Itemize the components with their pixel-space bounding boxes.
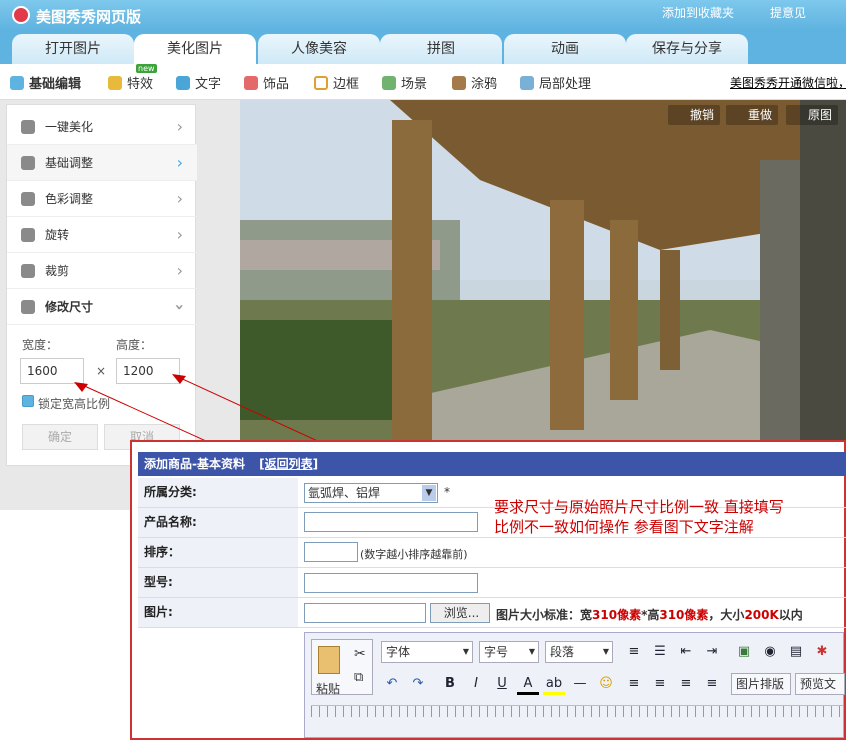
ordered-list-icon[interactable]: ≡ [623, 641, 645, 663]
redo-icon[interactable]: ↷ [407, 673, 429, 695]
media-icon[interactable]: ◉ [759, 641, 781, 663]
scissors-icon: ✂ [354, 646, 366, 662]
highlight-icon[interactable]: ab [543, 673, 565, 695]
image-path-input[interactable] [304, 603, 426, 623]
indent-icon[interactable]: ⇥ [701, 641, 723, 663]
back-link[interactable]: [返回列表] [259, 457, 318, 471]
flash-icon[interactable]: ✱ [811, 641, 833, 663]
align-center-icon[interactable]: ≡ [649, 673, 671, 695]
italic-icon[interactable]: I [465, 673, 487, 695]
font-size-select[interactable]: 字号 ▼ [479, 641, 539, 663]
chevron-down-icon: ▼ [528, 647, 535, 656]
justify-icon[interactable]: ≡ [701, 673, 723, 695]
row-sort: 排序： (数字越小排序越靠前) [138, 538, 846, 568]
required-mark: * [444, 485, 450, 499]
image-layout-button[interactable]: 图片排版 [731, 673, 791, 695]
preview-button[interactable]: 预览文 [795, 673, 845, 695]
outdent-icon[interactable]: ⇤ [675, 641, 697, 663]
undo-icon[interactable]: ↶ [381, 673, 403, 695]
horizontal-rule-icon[interactable]: — [569, 673, 591, 695]
bold-icon[interactable]: B [439, 673, 461, 695]
chevron-down-icon: ▼ [602, 647, 609, 656]
emoji-icon[interactable]: ☺ [595, 673, 617, 695]
browse-button[interactable]: 浏览... [430, 603, 490, 623]
underline-icon[interactable]: U [491, 673, 513, 695]
model-input[interactable] [304, 573, 478, 593]
image-icon[interactable]: ▣ [733, 641, 755, 663]
annotation-note-line1: 要求尺寸与原始照片尺寸比例一致 直接填写 [494, 498, 784, 516]
sort-hint: (数字越小排序越靠前) [360, 548, 468, 561]
copy-icon: ⧉ [354, 670, 364, 685]
font-color-icon[interactable]: A [517, 673, 539, 695]
row-image: 图片: 浏览... 图片大小标准：宽310像素*高310像素，大小200K以内 [138, 598, 846, 628]
annotation-note-line2: 比例不一致如何操作 参看图下文字注解 [494, 518, 754, 536]
product-form: 添加商品-基本资料 [返回列表] 所属分类: 氩弧焊、铝焊 ▼ * 产品名称: 排… [130, 440, 846, 740]
product-name-input[interactable] [304, 512, 478, 532]
rich-text-editor: 粘贴 ✂ ⧉ 字体 ▼ 字号 ▼ 段落 ▼ ≡ ☰ ⇤ ⇥ ▣ ◉ ▤ ✱ ↶ ↷ B… [304, 632, 845, 738]
form-header: 添加商品-基本资料 [返回列表] [138, 452, 846, 476]
font-select[interactable]: 字体 ▼ [381, 641, 473, 663]
editor-ruler [311, 705, 843, 717]
unordered-list-icon[interactable]: ☰ [649, 641, 671, 663]
sort-input[interactable] [304, 542, 358, 562]
row-model: 型号: [138, 568, 846, 598]
table-icon[interactable]: ▤ [785, 641, 807, 663]
category-select[interactable]: 氩弧焊、铝焊 ▼ [304, 483, 438, 503]
align-right-icon[interactable]: ≡ [675, 673, 697, 695]
image-size-hint: 图片大小标准：宽310像素*高310像素，大小200K以内 [496, 608, 803, 622]
clipboard-icon [318, 646, 340, 674]
paragraph-select[interactable]: 段落 ▼ [545, 641, 613, 663]
chevron-down-icon: ▼ [462, 647, 469, 656]
align-left-icon[interactable]: ≡ [623, 673, 645, 695]
chevron-down-icon: ▼ [422, 485, 436, 501]
paste-button[interactable]: 粘贴 ✂ ⧉ [311, 639, 373, 696]
